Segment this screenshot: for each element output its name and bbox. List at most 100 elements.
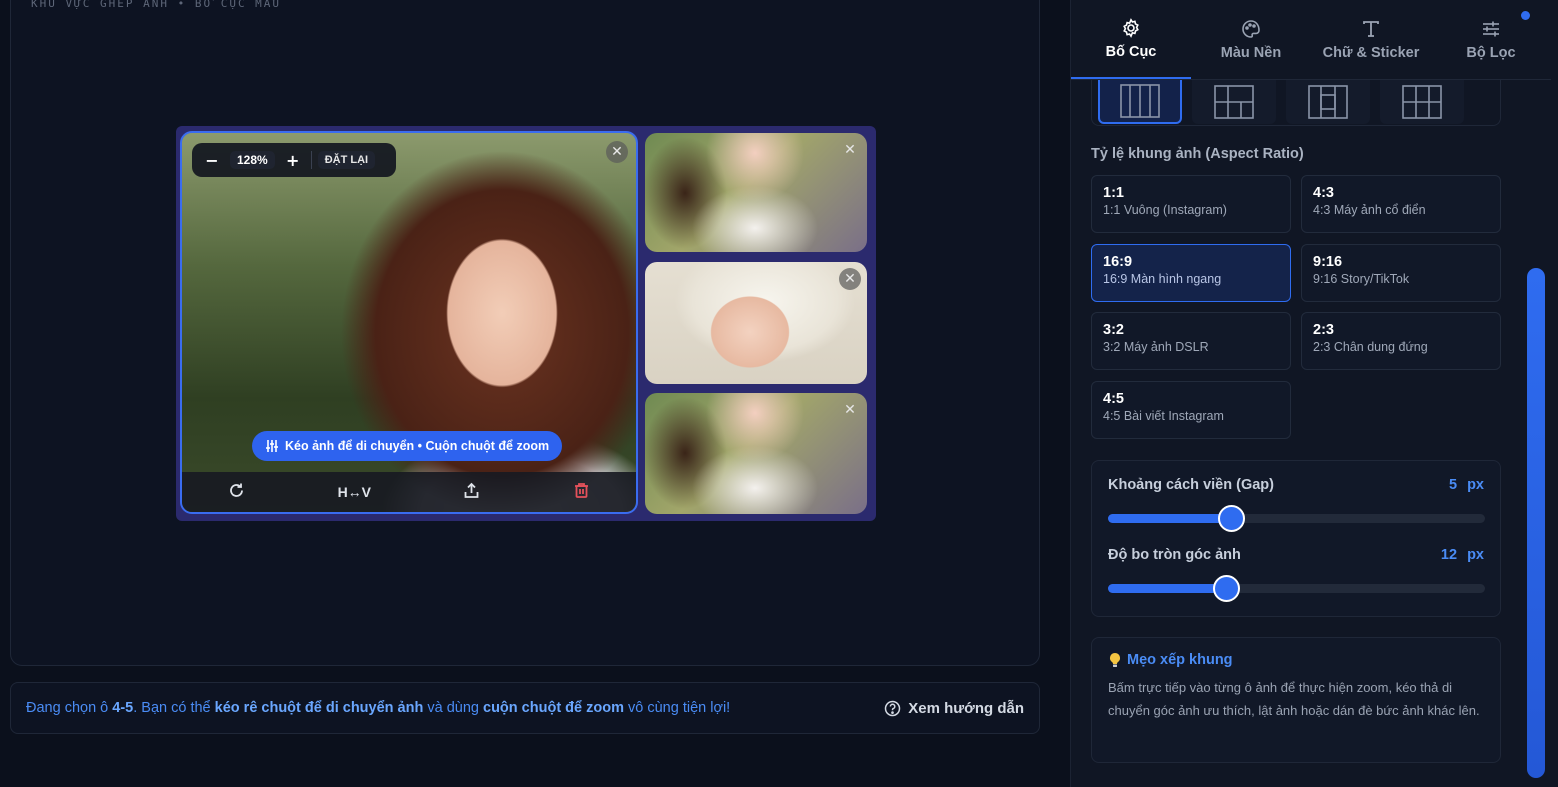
tips-box: Mẹo xếp khung Bấm trực tiếp vào từng ô ả… <box>1091 637 1501 763</box>
ratio-description: 4:5 Bài viết Instagram <box>1103 409 1224 423</box>
collage-cell-3[interactable]: ✕ <box>645 262 867 384</box>
trash-icon <box>574 483 588 498</box>
cell-toolbar: H↔V <box>182 472 636 512</box>
ratio-description: 4:3 Máy ảnh cổ điển <box>1313 203 1426 217</box>
panel-tabs: Bố Cục Màu Nền Chữ & Sticker Bộ Lọc <box>1071 0 1551 80</box>
zoom-level: 128% <box>230 151 275 169</box>
rotate-button[interactable] <box>228 482 245 502</box>
layout-template-4[interactable] <box>1380 80 1464 124</box>
tips-heading: Mẹo xếp khung <box>1108 652 1484 668</box>
remove-photo-button[interactable]: ✕ <box>839 399 861 421</box>
layout-grid-icon <box>1214 85 1254 119</box>
zoom-out-button[interactable]: − <box>200 151 224 170</box>
notification-dot <box>1521 11 1530 20</box>
ratio-value: 4:3 <box>1313 185 1334 201</box>
tab-layout-label: Bố Cục <box>1105 43 1157 60</box>
collage-cell-4[interactable]: ✕ <box>645 393 867 514</box>
corner-radius-slider[interactable] <box>1108 575 1485 602</box>
status-message: Đang chọn ô 4-5. Bạn có thể kéo rê chuột… <box>26 700 731 716</box>
close-icon: ✕ <box>844 271 856 287</box>
corner-radius-label: Độ bo tròn góc ảnh <box>1108 547 1241 563</box>
zoom-controls: − 128% + ĐẶT LẠI <box>192 143 396 177</box>
ratio-option-4-3[interactable]: 4:3 4:3 Máy ảnh cổ điển <box>1301 175 1501 233</box>
zoom-divider <box>310 151 312 169</box>
upload-icon <box>464 482 479 498</box>
tab-background-label: Màu Nền <box>1220 44 1282 61</box>
layout-template-2[interactable] <box>1192 80 1276 124</box>
view-guide-label: Xem hướng dẫn <box>908 699 1024 717</box>
ratio-option-4-5[interactable]: 4:5 4:5 Bài viết Instagram <box>1091 381 1291 439</box>
ratio-description: 16:9 Màn hình ngang <box>1103 272 1222 286</box>
aspect-ratio-title: Tỷ lệ khung ảnh (Aspect Ratio) <box>1091 146 1304 162</box>
ratio-option-1-1[interactable]: 1:1 1:1 Vuông (Instagram) <box>1091 175 1291 233</box>
collage-cell-main[interactable]: − 128% + ĐẶT LẠI ✕ Kéo ảnh để di chuyển … <box>180 131 638 514</box>
ratio-value: 3:2 <box>1103 322 1124 338</box>
gap-slider[interactable] <box>1108 505 1485 532</box>
close-icon: ✕ <box>611 144 623 160</box>
drag-zoom-hint: Kéo ảnh để di chuyển • Cuộn chuột để zoo… <box>252 431 563 461</box>
gap-label: Khoảng cách viền (Gap) <box>1108 477 1274 493</box>
layout-template-1[interactable] <box>1098 80 1182 124</box>
tab-filters-label: Bộ Lọc <box>1466 44 1516 61</box>
layout-grid-icon <box>1402 85 1442 119</box>
tab-background-color[interactable]: Màu Nền <box>1191 0 1311 79</box>
collage-workspace: Khu vực ghép ảnh • Bố cục mẫu − 128% + Đ… <box>10 0 1040 666</box>
ratio-description: 9:16 Story/TikTok <box>1313 272 1410 286</box>
ratio-value: 9:16 <box>1313 254 1343 270</box>
zoom-reset-button[interactable]: ĐẶT LẠI <box>317 151 376 169</box>
remove-photo-button[interactable]: ✕ <box>606 141 628 163</box>
close-icon: ✕ <box>844 402 856 418</box>
ratio-value: 4:5 <box>1103 391 1124 407</box>
settings-panel: Bố Cục Màu Nền Chữ & Sticker Bộ Lọc Tỷ l… <box>1070 0 1558 787</box>
rotate-icon <box>230 483 244 497</box>
ratio-value: 1:1 <box>1103 185 1124 201</box>
panel-scrollbar[interactable] <box>1527 268 1545 778</box>
status-bar: Đang chọn ô 4-5. Bạn có thể kéo rê chuột… <box>10 682 1040 734</box>
ratio-option-9-16[interactable]: 9:16 9:16 Story/TikTok <box>1301 244 1501 302</box>
layout-grid-icon <box>1308 85 1348 119</box>
sliders-icon <box>266 440 278 452</box>
text-icon <box>1363 20 1379 37</box>
ratio-option-16-9[interactable]: 16:9 16:9 Màn hình ngang <box>1091 244 1291 302</box>
tab-text-sticker-label: Chữ & Sticker <box>1322 44 1420 61</box>
gap-value: 5 px <box>1448 477 1484 493</box>
gap-slider-handle[interactable] <box>1217 505 1245 532</box>
gear-icon <box>1123 17 1139 38</box>
ratio-description: 1:1 Vuông (Instagram) <box>1103 203 1227 217</box>
layout-template-strip[interactable] <box>1091 80 1501 126</box>
delete-button[interactable] <box>573 482 590 502</box>
corner-radius-slider-fill <box>1108 584 1227 593</box>
hint-text: Kéo ảnh để di chuyển • Cuộn chuột để zoo… <box>285 439 550 453</box>
corner-radius-slider-handle[interactable] <box>1213 575 1241 602</box>
tab-layout[interactable]: Bố Cục <box>1071 0 1191 79</box>
gap-slider-fill <box>1108 514 1231 523</box>
ratio-value: 2:3 <box>1313 322 1334 338</box>
close-icon: ✕ <box>844 142 856 158</box>
tab-filters[interactable]: Bộ Lọc <box>1431 0 1551 79</box>
ratio-value: 16:9 <box>1103 254 1133 270</box>
view-guide-link[interactable]: Xem hướng dẫn <box>884 700 1024 717</box>
flip-button[interactable]: H↔V <box>338 484 371 500</box>
upload-button[interactable] <box>463 482 480 502</box>
tips-body: Bấm trực tiếp vào từng ô ảnh để thực hiệ… <box>1108 680 1480 718</box>
workspace-caption: Khu vực ghép ảnh • Bố cục mẫu <box>31 0 282 10</box>
layout-grid-icon <box>1120 84 1160 118</box>
layout-template-3[interactable] <box>1286 80 1370 124</box>
remove-photo-button[interactable]: ✕ <box>839 268 861 290</box>
tips-title: Mẹo xếp khung <box>1127 652 1233 668</box>
ratio-description: 3:2 Máy ảnh DSLR <box>1103 340 1209 354</box>
palette-icon <box>1242 19 1260 38</box>
collage-canvas: − 128% + ĐẶT LẠI ✕ Kéo ảnh để di chuyển … <box>176 126 876 521</box>
corner-radius-value: 12 px <box>1440 547 1484 563</box>
remove-photo-button[interactable]: ✕ <box>839 139 861 161</box>
help-circle-icon <box>885 700 901 716</box>
ratio-option-2-3[interactable]: 2:3 2:3 Chân dung đứng <box>1301 312 1501 370</box>
zoom-in-button[interactable]: + <box>281 151 305 170</box>
ratio-description: 2:3 Chân dung đứng <box>1313 340 1428 354</box>
ratio-option-3-2[interactable]: 3:2 3:2 Máy ảnh DSLR <box>1091 312 1291 370</box>
spacing-settings: Khoảng cách viền (Gap) 5 px Độ bo tròn g… <box>1091 460 1501 617</box>
lightbulb-icon <box>1110 653 1120 667</box>
sliders-icon <box>1483 21 1499 36</box>
collage-cell-2[interactable]: ✕ <box>645 133 867 252</box>
tab-text-sticker[interactable]: Chữ & Sticker <box>1311 0 1431 79</box>
